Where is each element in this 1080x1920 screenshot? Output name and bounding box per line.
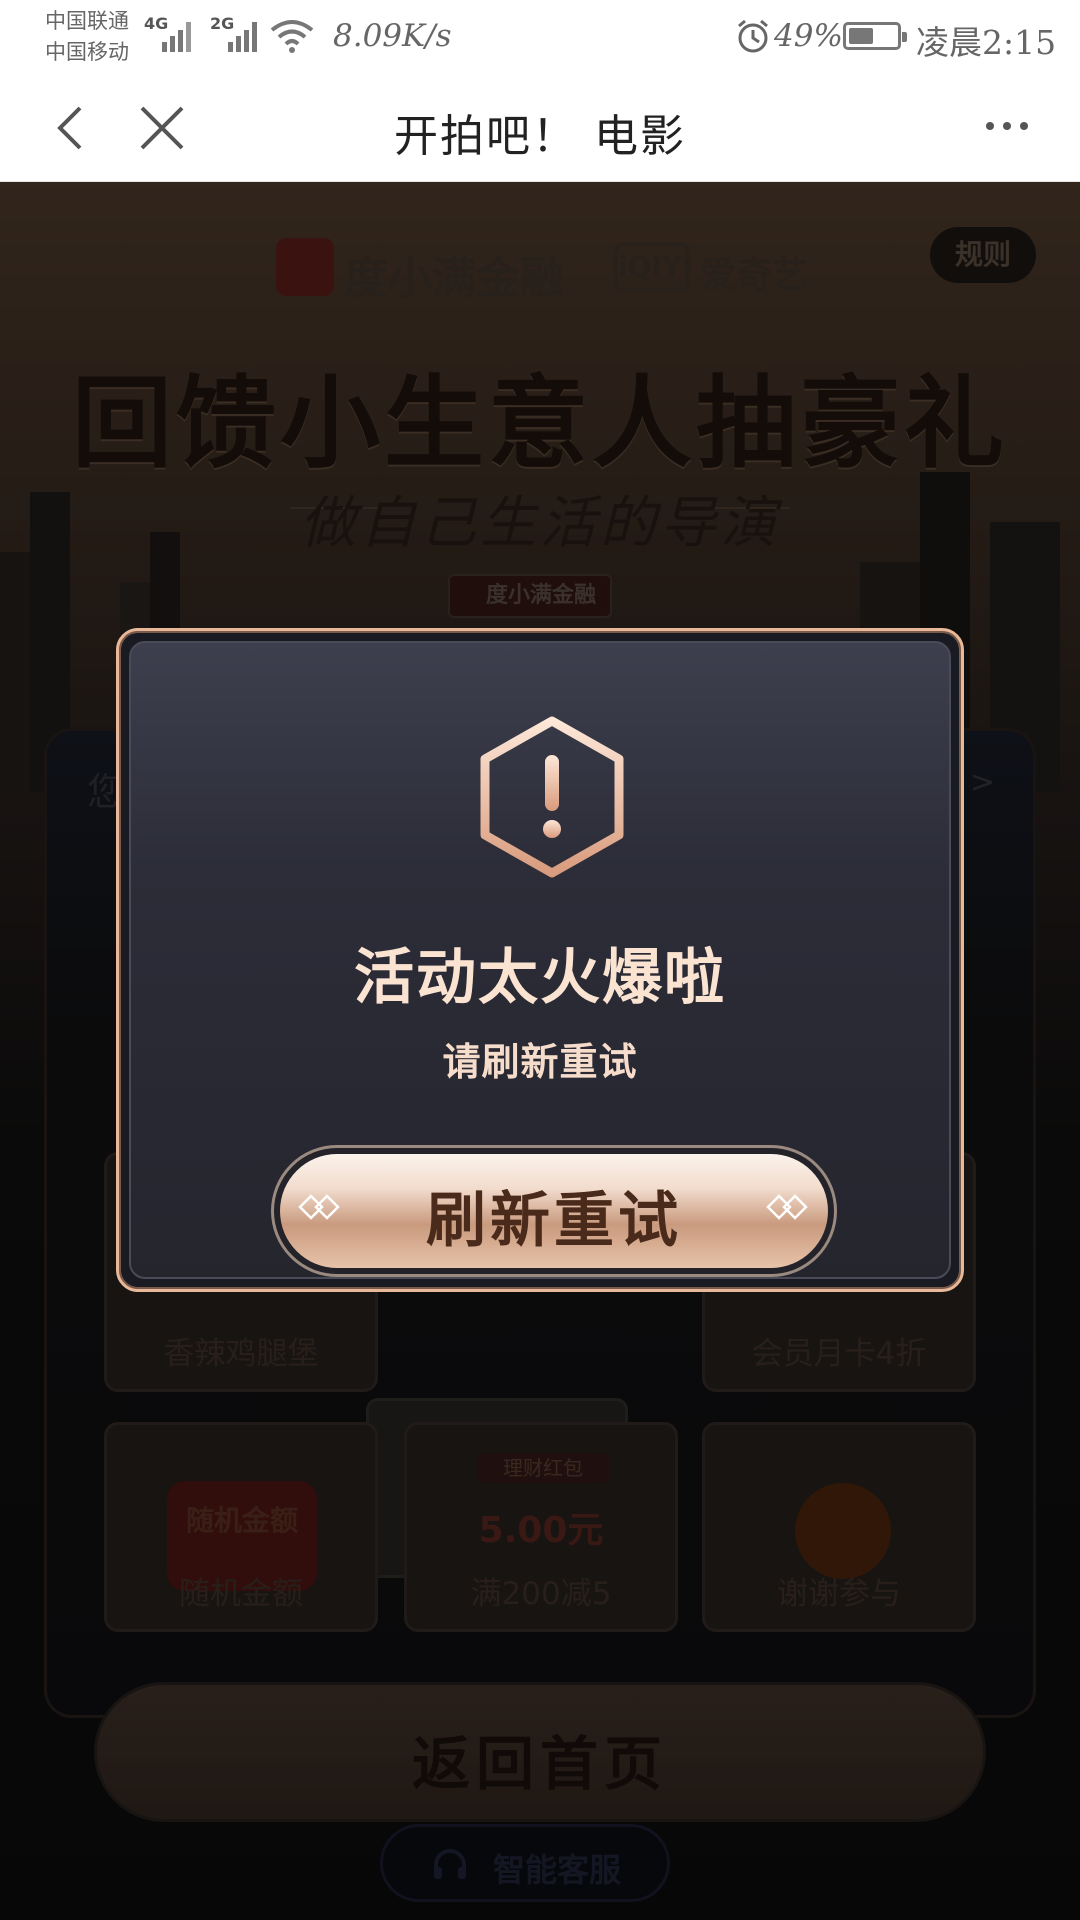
alarm-icon (738, 19, 768, 53)
carrier-labels: 中国联通 中国移动 (45, 6, 129, 68)
wifi-icon (270, 20, 314, 53)
signal-2g-icon: 2G (210, 14, 270, 54)
battery-icon (843, 22, 907, 50)
network-2-label: 2G (210, 14, 235, 33)
clock: 凌晨2:15 (916, 23, 1057, 62)
network-1-label: 4G (144, 14, 169, 33)
nav-bar: 开拍吧！ 电影 (0, 74, 1080, 182)
net-speed: 8.09K/s (333, 18, 452, 54)
dialog-subtitle: 请刷新重试 (442, 1040, 638, 1084)
more-dots-icon[interactable] (986, 122, 1030, 136)
error-dialog: 活动太火爆啦 请刷新重试 刷新重试 (116, 628, 964, 1292)
dialog-body: 活动太火爆啦 请刷新重试 刷新重试 (129, 641, 951, 1279)
refresh-retry-button[interactable]: 刷新重试 (271, 1145, 837, 1277)
battery-percent: 49% (774, 18, 843, 54)
dialog-title: 活动太火爆啦 (354, 943, 726, 1013)
status-bar: 中国联通 中国移动 4G 2G 8.09K/s 49% 凌晨2:15 (0, 0, 1080, 74)
signal-4g-icon: 4G (144, 14, 204, 54)
page-title: 开拍吧！ 电影 (394, 111, 686, 162)
warning-hexagon-icon (480, 716, 624, 878)
refresh-retry-label: 刷新重试 (426, 1186, 682, 1256)
carrier-1: 中国联通 (45, 9, 129, 33)
carrier-2: 中国移动 (45, 40, 129, 64)
